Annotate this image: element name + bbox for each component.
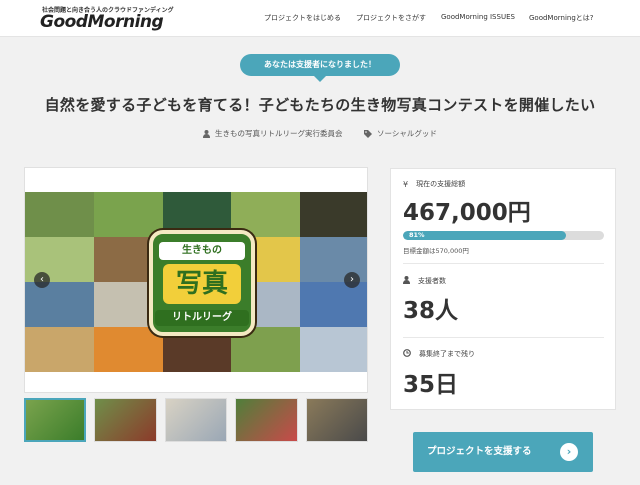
photo-tile (25, 192, 94, 237)
clock-icon (403, 349, 411, 359)
emblem-bottom-text: リトルリーグ (155, 310, 249, 326)
chevron-right-icon[interactable]: › (560, 443, 578, 461)
backers-value: 38人 (403, 298, 459, 324)
chevron-right-icon[interactable]: › (344, 272, 360, 288)
site-logo[interactable]: GoodMorning (40, 12, 164, 32)
nav-about[interactable]: GoodMorningとは? (529, 13, 594, 23)
photo-tile (300, 192, 367, 237)
funding-value: 467,000円 (403, 200, 531, 226)
funding-progress-bar (403, 231, 604, 240)
project-owner[interactable]: 生きもの写真リトルリーグ実行委員会 (203, 128, 343, 139)
photo-tile (300, 282, 367, 327)
photo-tile (93, 192, 163, 237)
thumbnail[interactable] (164, 398, 228, 442)
owner-name[interactable]: 生きもの写真リトルリーグ実行委員会 (215, 128, 343, 139)
photo-tile (25, 327, 94, 372)
site-header: 社会問題と向き合う人のクラウドファンディング GoodMorning プロジェク… (0, 0, 640, 37)
progress-percent: 81% (409, 231, 425, 239)
backers-label-row: 支援者数 (403, 276, 446, 286)
user-icon (403, 276, 410, 286)
yen-icon: ¥ (403, 179, 409, 189)
goal-amount: 目標金額は570,000円 (403, 247, 469, 255)
nav-issues[interactable]: GoodMorning ISSUES (441, 13, 515, 21)
remaining-label-row: 募集終了まで残り (403, 349, 475, 359)
support-button-label[interactable]: プロジェクトを支援する (427, 432, 532, 472)
thumbnail[interactable] (24, 398, 87, 442)
remaining-value: 35日 (403, 372, 459, 398)
nav-find-project[interactable]: プロジェクトをさがす (356, 13, 426, 23)
progress-fill (403, 231, 566, 240)
photo-tile (25, 282, 94, 327)
user-icon (203, 129, 210, 138)
project-title: 自然を愛する子どもを育てる！子どもたちの生き物写真コンテストを開催したい (44, 96, 596, 114)
thumbnail-strip (24, 398, 368, 444)
thumbnail[interactable] (305, 398, 368, 442)
category-name[interactable]: ソーシャルグッド (377, 128, 437, 139)
emblem-main-text: 写真 (163, 264, 241, 304)
project-category[interactable]: ソーシャルグッド (364, 128, 437, 139)
photo-tile (300, 327, 367, 372)
chevron-left-icon[interactable]: ‹ (34, 272, 50, 288)
divider (403, 263, 604, 264)
supporter-badge: あなたは支援者になりました！ (240, 54, 400, 76)
funding-label: 現在の支援総額 (416, 180, 466, 188)
photo-tile (93, 327, 163, 372)
funding-label-row: ¥ 現在の支援総額 (403, 179, 465, 189)
nav-start-project[interactable]: プロジェクトをはじめる (264, 13, 341, 23)
thumbnail[interactable] (94, 398, 157, 442)
emblem-top-text: 生きもの (159, 242, 245, 260)
tag-icon (364, 129, 372, 138)
event-emblem: 生きもの 写真 リトルリーグ (149, 230, 255, 336)
remaining-label: 募集終了まで残り (419, 350, 475, 358)
thumbnail[interactable] (235, 398, 298, 442)
backers-label: 支援者数 (418, 277, 446, 285)
badge-pointer (313, 75, 327, 82)
divider (403, 337, 604, 338)
funding-stats-panel: ¥ 現在の支援総額 467,000円 81% 目標金額は570,000円 支援者… (390, 168, 616, 410)
image-slider[interactable]: 生きもの 写真 リトルリーグ ‹ › (24, 167, 368, 393)
support-project-button[interactable]: プロジェクトを支援する › (413, 432, 593, 472)
